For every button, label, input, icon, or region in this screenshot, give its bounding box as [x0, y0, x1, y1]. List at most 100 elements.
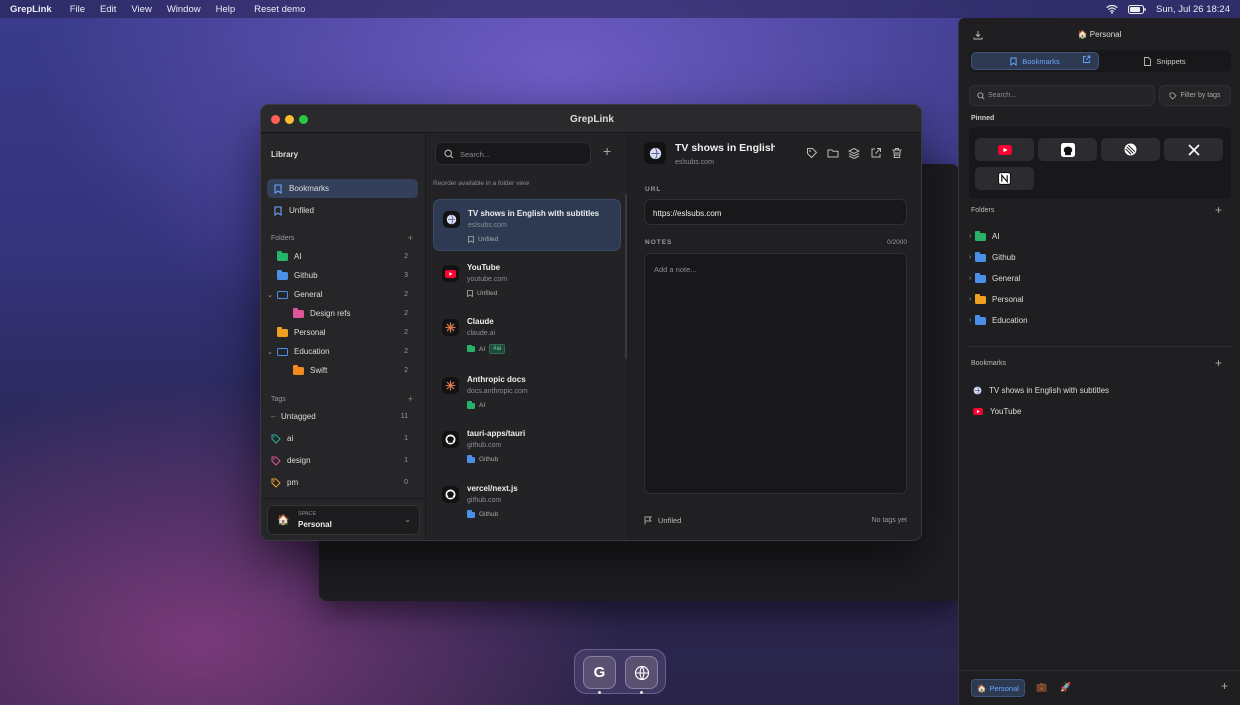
sidebar-folder-swift[interactable]: Swift 2: [267, 361, 418, 380]
chevron-down-icon[interactable]: ⌄: [267, 291, 277, 299]
add-bookmark-button[interactable]: +: [603, 144, 611, 158]
folder-icon: [975, 231, 986, 241]
dock-browser-app[interactable]: [625, 656, 658, 689]
move-to-folder-icon[interactable]: [827, 147, 839, 159]
tags-status[interactable]: No tags yet: [872, 517, 907, 524]
folder-label: Education: [294, 347, 330, 356]
title-bar[interactable]: GrepLink: [261, 105, 921, 133]
item-title: YouTube: [467, 263, 501, 272]
panel-search-input[interactable]: Search...: [988, 92, 1016, 99]
list-item[interactable]: tauri-apps/tauri github.com Github: [433, 420, 621, 472]
panel-add-bookmark-button[interactable]: +: [1215, 356, 1222, 370]
folder-label: General: [294, 290, 323, 299]
pinned-github[interactable]: [1038, 138, 1097, 161]
wifi-icon[interactable]: [1106, 4, 1118, 14]
sidebar-item-bookmarks[interactable]: Bookmarks: [267, 179, 418, 198]
search-input[interactable]: Search...: [460, 150, 490, 159]
dock-greplink-app[interactable]: G: [583, 656, 616, 689]
url-field[interactable]: https://eslsubs.com: [644, 199, 907, 225]
list-item[interactable]: YouTube youtube.com Unfiled: [433, 254, 621, 306]
panel-folder-github[interactable]: › Github: [969, 248, 1234, 267]
panel-folder-label: Personal: [992, 295, 1024, 304]
pinned-youtube[interactable]: [975, 138, 1034, 161]
panel-folder-education[interactable]: › Education: [969, 311, 1234, 330]
layers-icon[interactable]: [848, 147, 860, 159]
panel-add-folder-button[interactable]: +: [1215, 203, 1222, 217]
list-item[interactable]: Anthropic docs docs.anthropic.com AI: [433, 366, 621, 418]
footer-space-personal[interactable]: 🏠 Personal: [971, 679, 1025, 697]
chevron-down-icon[interactable]: ⌄: [267, 348, 277, 356]
panel-bookmark-item[interactable]: YouTube: [969, 402, 1234, 421]
panel-bookmark-item[interactable]: TV shows in English with subtitles: [969, 381, 1234, 400]
sidebar-tag-design[interactable]: design 1: [267, 451, 418, 470]
tab-bookmarks[interactable]: Bookmarks: [971, 52, 1099, 70]
sidebar-folder-ai[interactable]: AI 2: [267, 247, 418, 266]
list-item[interactable]: Claude claude.ai AI #ai: [433, 308, 621, 360]
panel-space-title: 🏠 Personal: [959, 30, 1240, 39]
item-title: vercel/next.js: [467, 484, 518, 493]
sidebar-folder-education[interactable]: ⌄ Education 2: [267, 342, 418, 361]
add-folder-button[interactable]: +: [408, 233, 413, 243]
globe-icon: [634, 665, 650, 681]
filter-by-tags-button[interactable]: Filter by tags: [1159, 85, 1231, 106]
panel-folder-general[interactable]: › General: [969, 269, 1234, 288]
folder-count: 2: [404, 348, 408, 355]
tab-snippets[interactable]: Snippets: [1101, 52, 1229, 70]
sidebar-item-unfiled[interactable]: Unfiled: [267, 201, 418, 220]
menu-clock[interactable]: Sun, Jul 26 18:24: [1156, 4, 1230, 15]
tag-label: ai: [287, 434, 294, 443]
sidebar-tag-pm[interactable]: pm 0: [267, 473, 418, 492]
panel-folder-ai[interactable]: › AI: [969, 227, 1234, 246]
menu-window[interactable]: Window: [167, 4, 201, 15]
globe-icon: [644, 142, 666, 164]
detail-title[interactable]: TV shows in English: [675, 142, 775, 154]
pinned-linear[interactable]: [1101, 138, 1160, 161]
folder-label: AI: [294, 252, 302, 261]
pinned-notion[interactable]: [975, 167, 1034, 190]
battery-icon[interactable]: [1128, 4, 1146, 14]
menu-view[interactable]: View: [131, 4, 151, 15]
add-tag-button[interactable]: +: [408, 394, 413, 404]
menu-file[interactable]: File: [70, 4, 85, 15]
notes-textarea[interactable]: Add a note...: [644, 253, 907, 494]
sidebar-folder-general[interactable]: ⌄ General 2: [267, 285, 418, 304]
menu-help[interactable]: Help: [216, 4, 236, 15]
sidebar-folder-github[interactable]: Github 3: [267, 266, 418, 285]
flag-icon: [644, 516, 653, 525]
folder-status[interactable]: Unfiled: [644, 516, 681, 525]
open-external-icon[interactable]: [1082, 55, 1091, 64]
scrollbar[interactable]: [625, 194, 627, 359]
divider: [261, 498, 426, 499]
pinned-x[interactable]: [1164, 138, 1223, 161]
panel-bookmark-label: YouTube: [990, 407, 1022, 416]
tag-icon[interactable]: [806, 147, 818, 159]
item-folder: Unfiled: [477, 290, 498, 297]
item-tag[interactable]: #ai: [489, 344, 506, 354]
sidebar-folder-personal[interactable]: Personal 2: [267, 323, 418, 342]
sidebar-tag-untagged[interactable]: – Untagged 11: [267, 407, 418, 426]
rocket-icon[interactable]: 🚀: [1060, 682, 1071, 693]
open-external-icon[interactable]: [870, 147, 882, 159]
bookmark-icon: [467, 290, 473, 297]
menu-app-name[interactable]: GrepLink: [10, 4, 52, 15]
panel-folder-label: Github: [992, 253, 1016, 262]
trash-icon[interactable]: [891, 147, 903, 159]
item-folder: AI: [479, 345, 486, 353]
folder-open-icon: [277, 347, 288, 356]
menu-edit[interactable]: Edit: [100, 4, 116, 15]
panel-search-field[interactable]: Search...: [969, 85, 1155, 106]
add-space-button[interactable]: +: [1221, 679, 1228, 693]
briefcase-icon[interactable]: 💼: [1036, 682, 1047, 693]
list-item[interactable]: TV shows in English with subtitles eslsu…: [433, 199, 621, 251]
sidebar-tag-ai[interactable]: ai 1: [267, 429, 418, 448]
menu-reset-demo[interactable]: Reset demo: [254, 4, 305, 15]
panel-folder-personal[interactable]: › Personal: [969, 290, 1234, 309]
list-item[interactable]: vercel/next.js github.com Github: [433, 475, 621, 527]
item-domain: docs.anthropic.com: [467, 388, 528, 395]
detail-domain: eslsubs.com: [675, 159, 714, 166]
folder-count: 2: [404, 367, 408, 374]
sidebar-folder-design-refs[interactable]: Design refs 2: [267, 304, 418, 323]
space-switcher[interactable]: 🏠 SPACE Personal ⌄: [267, 505, 420, 535]
item-folder: Github: [479, 456, 499, 463]
search-field[interactable]: Search...: [435, 142, 591, 165]
